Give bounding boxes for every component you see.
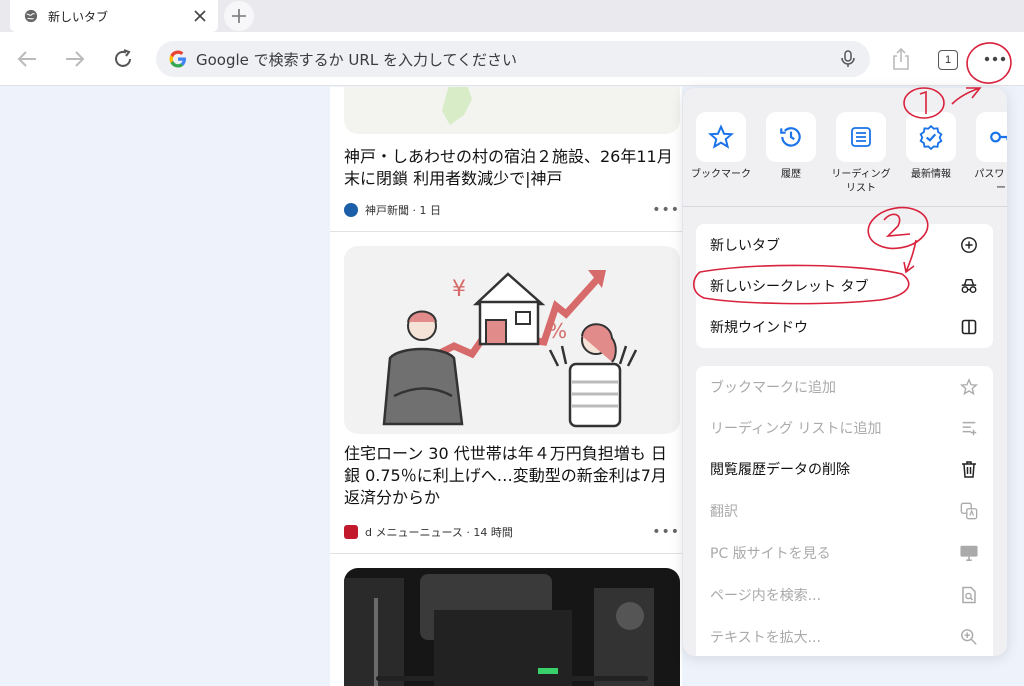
menu-item-label: 新規ウインドウ — [710, 320, 808, 336]
dmenu-logo — [344, 525, 358, 539]
menu-item-label: 新しいシークレット タブ — [710, 279, 869, 295]
shortcut-reading-list-tile — [836, 112, 886, 162]
menu-item-find-in-page[interactable]: ページ内を検索... — [696, 574, 993, 616]
zoom-in-icon — [959, 627, 979, 647]
tab-switcher-button[interactable]: 1 — [938, 50, 958, 70]
new-tab-button[interactable] — [224, 1, 254, 31]
google-logo-icon — [169, 50, 186, 68]
more-horizontal-icon — [984, 56, 1006, 62]
tab-strip: 新しいタブ — [0, 0, 1024, 32]
menu-item-label: リーディング リストに追加 — [710, 421, 882, 437]
reload-button[interactable] — [110, 46, 136, 72]
more-options-icon[interactable]: ••• — [652, 202, 680, 218]
menu-item-label: 新しいタブ — [710, 238, 780, 254]
shortcut-password-manager-tile — [976, 112, 1007, 162]
shortcut-history-tile — [766, 112, 816, 162]
menu-item-add-bookmark[interactable]: ブックマークに追加 — [696, 366, 993, 408]
menu-item-label: テキストを拡大... — [710, 630, 821, 646]
shortcut-reading-list[interactable]: リーディング リスト — [830, 112, 892, 196]
shortcut-history[interactable]: 履歴 — [760, 112, 822, 182]
forward-button[interactable] — [62, 46, 88, 72]
shortcut-bookmarks[interactable]: ブックマーク — [690, 112, 752, 182]
badge-check-icon — [919, 124, 943, 150]
machinery-photo — [344, 574, 654, 686]
find-in-page-icon — [959, 585, 979, 605]
back-button[interactable] — [14, 46, 40, 72]
menu-item-new-incognito-tab[interactable]: 新しいシークレット タブ — [696, 265, 993, 307]
yen-text: ¥ — [452, 277, 466, 302]
menu-item-zoom-text[interactable]: テキストを拡大... — [696, 616, 993, 656]
menu-item-label: PC 版サイトを見る — [710, 546, 831, 562]
menu-item-label: ページ内を検索... — [710, 588, 822, 604]
article-image[interactable]: ¥ % — [344, 246, 680, 434]
menu-item-translate[interactable]: 翻訳 — [696, 490, 993, 532]
shortcut-label: パスワ マネー — [974, 169, 1007, 194]
menu-item-label: 閲覧履歴データの削除 — [710, 462, 850, 478]
divider — [330, 231, 682, 232]
shortcut-label: リーディング リスト — [831, 169, 891, 194]
plus-icon — [232, 9, 246, 23]
reading-list-add-icon — [959, 418, 979, 438]
translate-icon — [959, 501, 979, 521]
incognito-icon — [959, 276, 979, 296]
menu-item-clear-browsing-data[interactable]: 閲覧履歴データの削除 — [696, 448, 993, 490]
article-headline[interactable]: 神戸・しあわせの村の宿泊２施設、26年11月末に閉鎖 利用者数減少で|神戸 — [344, 146, 680, 190]
home-indicator — [376, 676, 648, 681]
news-feed: 神戸・しあわせの村の宿泊２施設、26年11月末に閉鎖 利用者数減少で|神戸 神戸… — [330, 87, 682, 686]
window-icon — [959, 317, 979, 337]
source-text: 神戸新聞 · 1 日 — [365, 204, 441, 217]
divider — [330, 553, 682, 554]
share-icon — [893, 47, 909, 70]
article-headline[interactable]: 住宅ローン 30 代世帯は年４万円負担増も 日銀 0.75％に利上げへ…変動型の… — [344, 443, 680, 509]
omnibox[interactable]: Google で検索するか URL を入力してください — [156, 41, 870, 77]
toolbar: Google で検索するか URL を入力してください 1 — [0, 32, 1024, 86]
shortcut-password-manager[interactable]: パスワ マネー — [970, 112, 1007, 196]
close-icon[interactable] — [192, 8, 208, 24]
reading-list-icon — [851, 127, 871, 147]
star-outline-icon — [959, 377, 979, 397]
housing-loan-illustration: ¥ % — [382, 270, 638, 428]
shortcut-whats-new-tile — [906, 112, 956, 162]
shortcut-label: 履歴 — [781, 169, 801, 180]
desktop-icon — [959, 543, 979, 563]
map-illustration — [442, 87, 472, 125]
tab-title: 新しいタブ — [48, 9, 109, 24]
shortcut-bookmarks-tile — [696, 112, 746, 162]
menu-item-label: ブックマークに追加 — [710, 380, 836, 396]
globe-icon — [24, 9, 38, 23]
kobe-shimbun-logo — [344, 203, 358, 217]
trash-icon — [959, 459, 979, 479]
omnibox-placeholder: Google で検索するか URL を入力してください — [196, 50, 518, 69]
article-source: d メニューニュース · 14 時間 ••• — [344, 524, 680, 540]
menu-group-new: 新しいタブ 新しいシークレット タブ 新規ウインドウ — [696, 224, 993, 348]
more-menu-button[interactable] — [982, 46, 1008, 72]
shortcut-label: ブックマーク — [691, 169, 751, 180]
arrow-left-icon — [17, 51, 36, 67]
article-image[interactable] — [344, 87, 680, 134]
mic-icon[interactable] — [838, 49, 858, 69]
chrome-menu-panel: ブックマーク 履歴 リーディング リスト 最新情報 パスワ マネー 新しいタブ … — [683, 88, 1007, 656]
reload-icon — [115, 49, 131, 67]
tab-new-tab[interactable]: 新しいタブ — [10, 0, 218, 32]
plus-circle-icon — [959, 235, 979, 255]
menu-item-label: 翻訳 — [710, 504, 738, 520]
menu-divider — [683, 206, 1007, 207]
menu-item-new-window[interactable]: 新規ウインドウ — [696, 306, 993, 348]
shortcut-whats-new[interactable]: 最新情報 — [900, 112, 962, 182]
star-icon — [708, 124, 734, 149]
article-source: 神戸新聞 · 1 日 ••• — [344, 202, 680, 218]
share-button[interactable] — [888, 46, 914, 72]
menu-item-add-reading-list[interactable]: リーディング リストに追加 — [696, 407, 993, 449]
menu-group-actions: ブックマークに追加 リーディング リストに追加 閲覧履歴データの削除 翻訳 PC… — [696, 366, 993, 656]
menu-item-request-desktop[interactable]: PC 版サイトを見る — [696, 532, 993, 574]
percent-text: % — [548, 319, 567, 343]
more-options-icon[interactable]: ••• — [652, 524, 680, 540]
arrow-right-icon — [66, 51, 85, 67]
source-text: d メニューニュース · 14 時間 — [365, 526, 513, 539]
key-icon — [990, 131, 1007, 143]
article-image[interactable] — [344, 568, 680, 686]
history-icon — [780, 127, 801, 147]
shortcut-label: 最新情報 — [911, 169, 951, 180]
menu-item-new-tab[interactable]: 新しいタブ — [696, 224, 993, 266]
